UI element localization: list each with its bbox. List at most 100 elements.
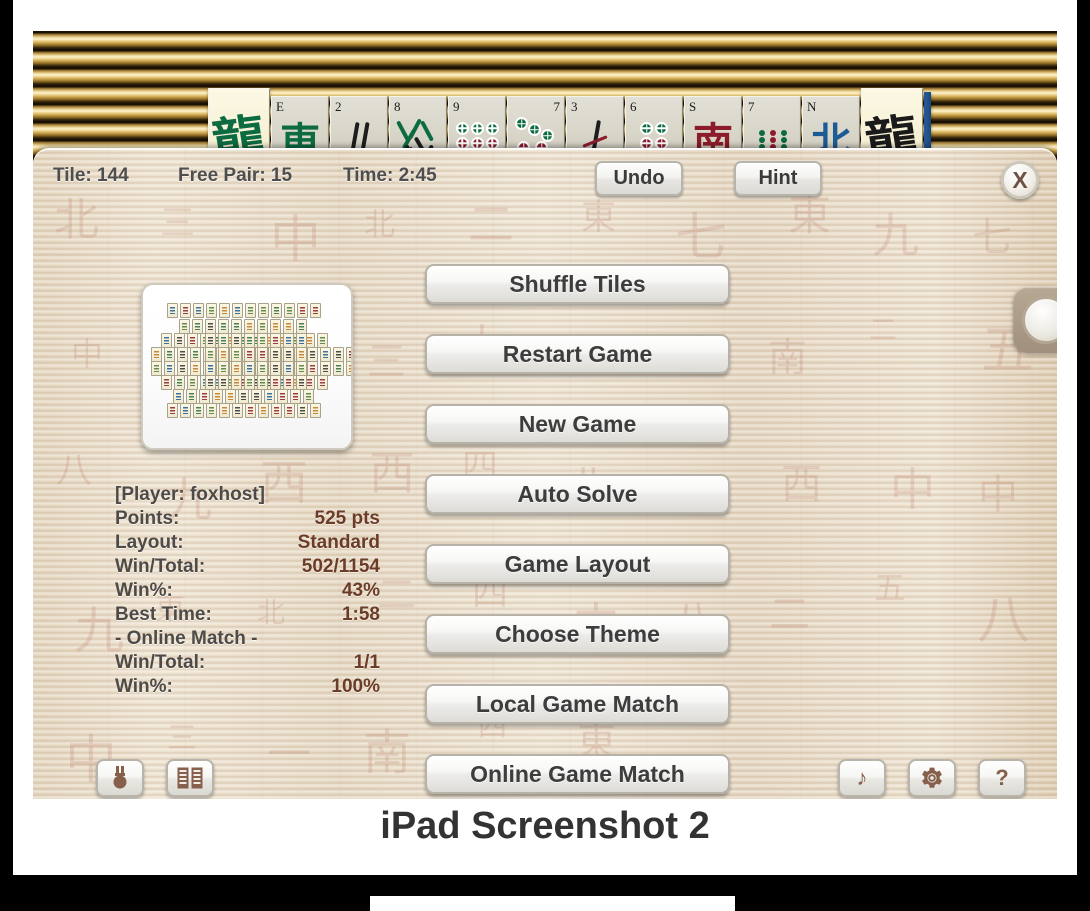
thumbnail-mini-tile [206,303,217,318]
thumbnail-mini-tile [244,333,255,348]
thumbnail-mini-tile [290,389,301,404]
thumbnail-mini-tile [161,333,172,348]
thumbnail-gloss [155,290,339,297]
thumbnail-mini-tile [284,403,295,418]
thumbnail-mini-tile [270,319,281,334]
stat-row: Best Time: 1:58 [115,603,380,627]
watermark-glyph: 西 [781,461,822,507]
thumbnail-mini-tile [218,347,229,362]
thumbnail-mini-tile [244,375,255,390]
thumbnail-mini-tile [190,361,201,376]
menu-button-online-game-match[interactable]: Online Game Match [425,754,730,794]
thumbnail-mini-tile [320,347,331,362]
thumbnail-mini-tile [317,375,328,390]
watermark-glyph: 中 [978,472,1018,517]
help-icon-button[interactable]: ? [978,759,1026,797]
settings-icon-button[interactable] [908,759,956,797]
stat-row: Win/Total: 1/1 [115,651,380,675]
stat-row: Win%: 43% [115,579,380,603]
thumbnail-mini-tile [179,319,190,334]
menu-button-choose-theme[interactable]: Choose Theme [425,614,730,654]
hint-button[interactable]: Hint [734,161,822,196]
thumbnail-mini-tile [310,303,321,318]
thumbnail-mini-tile [303,389,314,404]
status-bar: Tile: 144 Free Pair: 15 Time: 2:45 Undo … [33,149,1057,211]
menu-button-restart-game[interactable]: Restart Game [425,334,730,374]
thumbnail-mini-tile [244,347,255,362]
thumbnail-mini-tile [180,303,191,318]
watermark-glyph: 南 [363,727,412,780]
thumbnail-mini-tile [264,389,275,404]
music-note-icon: ♪ [856,765,868,790]
status-tile-count: Tile: 144 [53,165,129,186]
thumbnail-mini-tile [296,319,307,334]
stat-row: Points: 525 pts [115,507,380,531]
board-preview-thumbnail[interactable] [141,283,353,450]
thumbnail-mini-tile [205,319,216,334]
thumbnail-mini-tile [205,333,216,348]
stat-label: Win%: [115,676,173,697]
main-menu-buttons: Shuffle Tiles Restart Game New Game Auto So… [425,264,730,799]
thumbnail-mini-tile [192,319,203,334]
book-icon [177,767,203,789]
side-button-ring [1022,296,1057,344]
thumbnail-mini-tile [257,375,268,390]
bottom-white-tab [370,896,735,911]
close-icon[interactable]: X [1001,161,1039,199]
medal-icon [113,766,127,789]
status-free-pair: Free Pair: 15 [178,165,293,186]
thumbnail-mini-tile [205,375,216,390]
undo-button[interactable]: Undo [595,161,683,196]
records-book-icon-button[interactable] [166,759,214,797]
watermark-glyph: 三 [167,722,197,755]
thumbnail-mini-tile [174,375,185,390]
thumbnail-mini-tile [167,403,178,418]
thumbnail-mini-tile [310,403,321,418]
watermark-glyph: 八 [56,450,93,490]
thumbnail-mini-tile [219,303,230,318]
thumbnail-mini-tile [283,347,294,362]
menu-button-local-game-match[interactable]: Local Game Match [425,684,730,724]
thumbnail-mini-tile [164,361,175,376]
page-root: 龍E東289736S南7N北龍 北三中北二東七東九七中一一三九北四南二五八九西西… [0,0,1090,911]
thumbnail-mini-tile [317,333,328,348]
thumbnail-mini-tile [174,333,185,348]
thumbnail-mini-tile [245,403,256,418]
medal-icon-button[interactable] [96,759,144,797]
menu-button-auto-solve[interactable]: Auto Solve [425,474,730,514]
stat-value: Standard [297,532,380,553]
thumbnail-mini-tile [283,319,294,334]
thumbnail-mini-tile [307,361,318,376]
stat-value: 1/1 [353,652,380,673]
thumbnail-mini-tile [257,319,268,334]
sound-icon-button[interactable]: ♪ [838,759,886,797]
thumbnail-mini-tile [277,389,288,404]
thumbnail-mini-tile [187,375,198,390]
stat-label: Win/Total: [115,556,206,577]
menu-button-game-layout[interactable]: Game Layout [425,544,730,584]
watermark-glyph: 南 [768,337,808,380]
thumbnail-mini-tile [320,361,331,376]
thumbnail-mini-tile [231,361,242,376]
thumbnail-board [151,299,351,438]
watermark-glyph: 七 [972,215,1012,260]
stat-value: 100% [331,676,380,697]
player-statistics: [Player: foxhost] Points: 525 pts Layout: S… [115,483,380,699]
thumbnail-mini-tile [297,303,308,318]
watermark-glyph: 中 [71,336,104,372]
thumbnail-mini-tile [151,361,162,376]
thumbnail-mini-tile [231,347,242,362]
thumbnail-mini-tile [212,389,223,404]
stat-label: Points: [115,508,180,529]
menu-button-shuffle-tiles[interactable]: Shuffle Tiles [425,264,730,304]
stat-online-header: - Online Match - [115,628,258,649]
stat-player-name: [Player: foxhost] [115,484,265,505]
thumbnail-mini-tile [218,361,229,376]
side-round-button[interactable] [1013,287,1057,353]
thumbnail-mini-tile [164,347,175,362]
menu-button-new-game[interactable]: New Game [425,404,730,444]
stat-value: 525 pts [314,508,380,529]
stat-value: 1:58 [341,604,380,625]
watermark-glyph: 二 [377,574,417,617]
thumbnail-mini-tile [333,361,344,376]
